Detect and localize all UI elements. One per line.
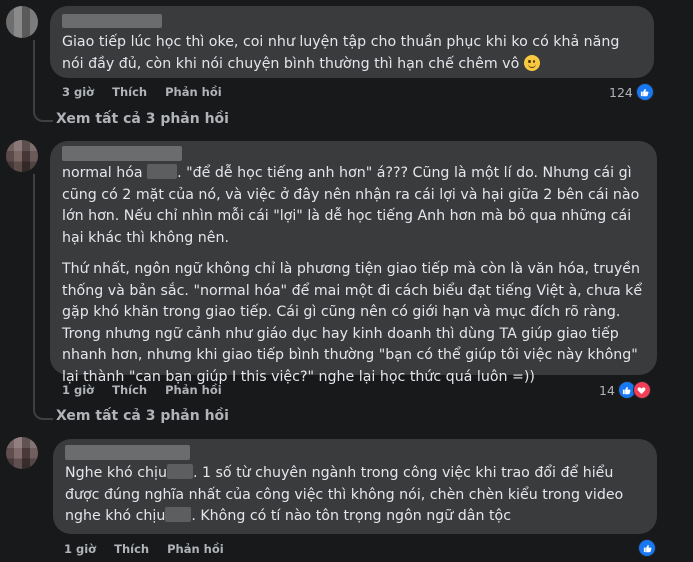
view-all-replies-link[interactable]: Xem tất cả 3 phản hồi bbox=[56, 111, 229, 127]
comment-actions: 1 giờ Thích Phản hồi bbox=[64, 542, 224, 556]
comment-time[interactable]: 1 giờ bbox=[62, 383, 94, 397]
comment-bubble: normal hóa . "để dễ học tiếng anh hơn" á… bbox=[50, 141, 657, 385]
view-replies-label: Xem tất cả 3 phản hồi bbox=[56, 111, 229, 127]
comment-text: Giao tiếp lúc học thì oke, coi như luyện… bbox=[62, 34, 620, 72]
reaction-count: 124 bbox=[609, 84, 633, 100]
comment-bubble: Giao tiếp lúc học thì oke, coi như luyện… bbox=[50, 6, 654, 78]
like-icon bbox=[635, 83, 654, 101]
redacted-word bbox=[165, 507, 192, 522]
comment-actions: 1 giờ Thích Phản hồi bbox=[62, 383, 222, 397]
like-button[interactable]: Thích bbox=[112, 383, 147, 397]
comment-text: Nghe khó chịu. 1 số từ chuyên ngành tron… bbox=[65, 464, 624, 524]
reaction-count: 14 bbox=[599, 382, 615, 398]
view-replies-label: Xem tất cả 3 phản hồi bbox=[56, 408, 229, 424]
reaction-summary[interactable] bbox=[638, 539, 656, 557]
commenter-name-redacted[interactable] bbox=[62, 14, 162, 28]
reply-button[interactable]: Phản hồi bbox=[167, 542, 224, 556]
commenter-avatar[interactable] bbox=[6, 140, 38, 172]
smile-emoji-icon bbox=[523, 54, 540, 71]
comment-bubble: Nghe khó chịu. 1 số từ chuyên ngành tron… bbox=[53, 439, 657, 534]
commenter-name-redacted[interactable] bbox=[65, 445, 190, 460]
thread-connector bbox=[33, 174, 53, 420]
view-all-replies-link[interactable]: Xem tất cả 3 phản hồi bbox=[56, 408, 229, 424]
heart-icon bbox=[632, 381, 651, 399]
like-button[interactable]: Thích bbox=[112, 85, 147, 99]
comment-paragraph-2: Thứ nhất, ngôn ngữ không chỉ là phương t… bbox=[62, 261, 643, 385]
like-button[interactable]: Thích bbox=[114, 542, 149, 556]
redacted-word bbox=[166, 464, 193, 479]
comment-actions: 3 giờ Thích Phản hồi bbox=[62, 85, 222, 99]
comment-paragraph-1: normal hóa . "để dễ học tiếng anh hơn" á… bbox=[62, 164, 640, 246]
comment-time[interactable]: 3 giờ bbox=[62, 85, 94, 99]
commenter-name-redacted[interactable] bbox=[62, 146, 182, 161]
reaction-summary[interactable]: 14 bbox=[599, 381, 651, 399]
commenter-avatar[interactable] bbox=[6, 6, 38, 38]
thread-connector bbox=[33, 40, 53, 122]
commenter-avatar[interactable] bbox=[6, 437, 38, 469]
like-icon bbox=[638, 539, 656, 557]
reaction-summary[interactable]: 124 bbox=[609, 83, 654, 101]
reply-button[interactable]: Phản hồi bbox=[165, 85, 222, 99]
reply-button[interactable]: Phản hồi bbox=[165, 383, 222, 397]
comment-time[interactable]: 1 giờ bbox=[64, 542, 96, 556]
redacted-word bbox=[147, 164, 178, 179]
